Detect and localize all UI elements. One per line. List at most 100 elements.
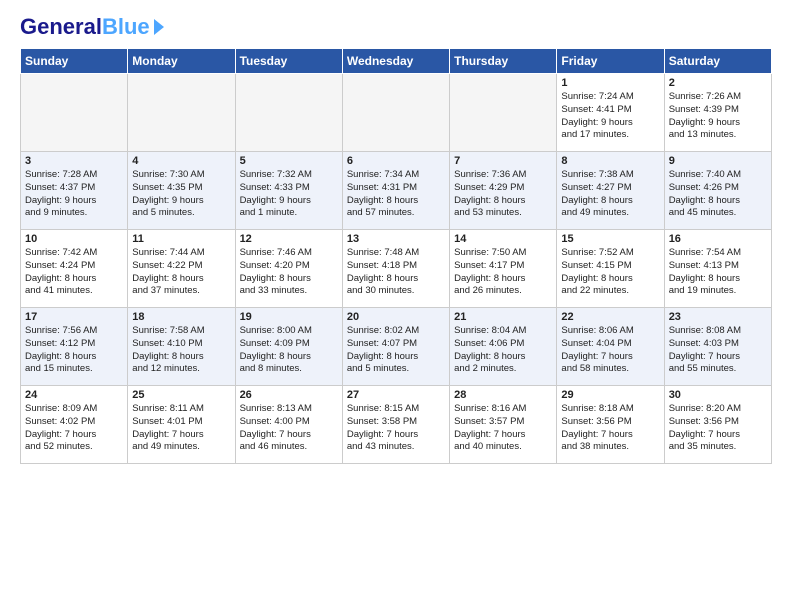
calendar-page: General Blue SundayMondayTuesdayWednesda…: [0, 0, 792, 612]
calendar-cell: 10 Sunrise: 7:42 AMSunset: 4:24 PMDayligh…: [21, 230, 128, 308]
calendar-table: SundayMondayTuesdayWednesdayThursdayFrid…: [20, 48, 772, 464]
day-number: 4: [132, 155, 230, 167]
day-number: 23: [669, 311, 767, 323]
calendar-cell: 23 Sunrise: 8:08 AMSunset: 4:03 PMDayligh…: [664, 308, 771, 386]
week-row-3: 10 Sunrise: 7:42 AMSunset: 4:24 PMDayligh…: [21, 230, 772, 308]
day-info: Sunrise: 7:58 AMSunset: 4:10 PMDaylight:…: [132, 325, 230, 376]
calendar-cell: 20Sunrise: 8:02 AMSunset: 4:07 PMDayligh…: [342, 308, 449, 386]
calendar-cell: 26Sunrise: 8:13 AMSunset: 4:00 PMDayligh…: [235, 386, 342, 464]
day-number: 6: [347, 155, 445, 167]
calendar-cell: [450, 74, 557, 152]
week-row-2: 3 Sunrise: 7:28 AMSunset: 4:37 PMDaylight…: [21, 152, 772, 230]
day-number: 25: [132, 389, 230, 401]
day-info: Sunrise: 7:42 AMSunset: 4:24 PMDaylight:…: [25, 247, 123, 298]
logo: General Blue: [20, 16, 164, 38]
day-info: Sunrise: 8:09 AMSunset: 4:02 PMDaylight:…: [25, 403, 123, 454]
day-info: Sunrise: 7:34 AMSunset: 4:31 PMDaylight:…: [347, 169, 445, 220]
day-number: 22: [561, 311, 659, 323]
calendar-cell: [342, 74, 449, 152]
day-info: Sunrise: 7:40 AMSunset: 4:26 PMDaylight:…: [669, 169, 767, 220]
day-info: Sunrise: 8:20 AMSunset: 3:56 PMDaylight:…: [669, 403, 767, 454]
day-number: 19: [240, 311, 338, 323]
calendar-cell: [21, 74, 128, 152]
day-number: 21: [454, 311, 552, 323]
day-info: Sunrise: 8:15 AMSunset: 3:58 PMDaylight:…: [347, 403, 445, 454]
day-number: 10: [25, 233, 123, 245]
day-number: 11: [132, 233, 230, 245]
day-info: Sunrise: 7:56 AMSunset: 4:12 PMDaylight:…: [25, 325, 123, 376]
calendar-cell: 27 Sunrise: 8:15 AMSunset: 3:58 PMDayligh…: [342, 386, 449, 464]
calendar-cell: 28 Sunrise: 8:16 AMSunset: 3:57 PMDayligh…: [450, 386, 557, 464]
day-info: Sunrise: 8:11 AMSunset: 4:01 PMDaylight:…: [132, 403, 230, 454]
day-number: 3: [25, 155, 123, 167]
week-row-5: 24Sunrise: 8:09 AMSunset: 4:02 PMDayligh…: [21, 386, 772, 464]
day-info: Sunrise: 7:44 AMSunset: 4:22 PMDaylight:…: [132, 247, 230, 298]
day-number: 12: [240, 233, 338, 245]
calendar-cell: 25 Sunrise: 8:11 AMSunset: 4:01 PMDayligh…: [128, 386, 235, 464]
day-number: 27: [347, 389, 445, 401]
day-info: Sunrise: 7:32 AMSunset: 4:33 PMDaylight:…: [240, 169, 338, 220]
day-info: Sunrise: 7:52 AMSunset: 4:15 PMDaylight:…: [561, 247, 659, 298]
calendar-cell: 29 Sunrise: 8:18 AMSunset: 3:56 PMDayligh…: [557, 386, 664, 464]
day-info: Sunrise: 8:16 AMSunset: 3:57 PMDaylight:…: [454, 403, 552, 454]
day-info: Sunrise: 7:24 AMSunset: 4:41 PMDaylight:…: [561, 91, 659, 142]
calendar-cell: 8 Sunrise: 7:38 AMSunset: 4:27 PMDaylight…: [557, 152, 664, 230]
day-number: 29: [561, 389, 659, 401]
weekday-header-monday: Monday: [128, 49, 235, 74]
weekday-header-friday: Friday: [557, 49, 664, 74]
day-info: Sunrise: 8:00 AMSunset: 4:09 PMDaylight:…: [240, 325, 338, 376]
day-number: 18: [132, 311, 230, 323]
weekday-header-wednesday: Wednesday: [342, 49, 449, 74]
day-info: Sunrise: 8:08 AMSunset: 4:03 PMDaylight:…: [669, 325, 767, 376]
day-number: 28: [454, 389, 552, 401]
day-number: 26: [240, 389, 338, 401]
day-info: Sunrise: 7:26 AMSunset: 4:39 PMDaylight:…: [669, 91, 767, 142]
day-number: 13: [347, 233, 445, 245]
calendar-cell: [235, 74, 342, 152]
day-info: Sunrise: 7:36 AMSunset: 4:29 PMDaylight:…: [454, 169, 552, 220]
calendar-cell: 6 Sunrise: 7:34 AMSunset: 4:31 PMDaylight…: [342, 152, 449, 230]
day-number: 1: [561, 77, 659, 89]
calendar-cell: 5 Sunrise: 7:32 AMSunset: 4:33 PMDaylight…: [235, 152, 342, 230]
day-number: 2: [669, 77, 767, 89]
day-number: 5: [240, 155, 338, 167]
day-number: 30: [669, 389, 767, 401]
calendar-cell: 9 Sunrise: 7:40 AMSunset: 4:26 PMDaylight…: [664, 152, 771, 230]
day-info: Sunrise: 7:38 AMSunset: 4:27 PMDaylight:…: [561, 169, 659, 220]
calendar-cell: 3 Sunrise: 7:28 AMSunset: 4:37 PMDaylight…: [21, 152, 128, 230]
calendar-cell: 4Sunrise: 7:30 AMSunset: 4:35 PMDaylight…: [128, 152, 235, 230]
calendar-cell: 14 Sunrise: 7:50 AMSunset: 4:17 PMDayligh…: [450, 230, 557, 308]
day-number: 7: [454, 155, 552, 167]
day-number: 9: [669, 155, 767, 167]
calendar-cell: 7 Sunrise: 7:36 AMSunset: 4:29 PMDaylight…: [450, 152, 557, 230]
calendar-cell: [128, 74, 235, 152]
week-row-4: 17Sunrise: 7:56 AMSunset: 4:12 PMDayligh…: [21, 308, 772, 386]
weekday-header-thursday: Thursday: [450, 49, 557, 74]
calendar-cell: 15 Sunrise: 7:52 AMSunset: 4:15 PMDayligh…: [557, 230, 664, 308]
calendar-cell: 19 Sunrise: 8:00 AMSunset: 4:09 PMDayligh…: [235, 308, 342, 386]
logo-general: General: [20, 16, 102, 38]
day-info: Sunrise: 7:50 AMSunset: 4:17 PMDaylight:…: [454, 247, 552, 298]
calendar-cell: 24Sunrise: 8:09 AMSunset: 4:02 PMDayligh…: [21, 386, 128, 464]
calendar-cell: 12 Sunrise: 7:46 AMSunset: 4:20 PMDayligh…: [235, 230, 342, 308]
day-info: Sunrise: 7:28 AMSunset: 4:37 PMDaylight:…: [25, 169, 123, 220]
header: General Blue: [20, 16, 772, 38]
calendar-cell: 30 Sunrise: 8:20 AMSunset: 3:56 PMDayligh…: [664, 386, 771, 464]
day-info: Sunrise: 8:06 AMSunset: 4:04 PMDaylight:…: [561, 325, 659, 376]
logo-blue: Blue: [102, 16, 150, 38]
day-number: 8: [561, 155, 659, 167]
day-number: 15: [561, 233, 659, 245]
weekday-header-row: SundayMondayTuesdayWednesdayThursdayFrid…: [21, 49, 772, 74]
weekday-header-saturday: Saturday: [664, 49, 771, 74]
calendar-cell: 13Sunrise: 7:48 AMSunset: 4:18 PMDayligh…: [342, 230, 449, 308]
calendar-cell: 18 Sunrise: 7:58 AMSunset: 4:10 PMDayligh…: [128, 308, 235, 386]
calendar-cell: 1 Sunrise: 7:24 AMSunset: 4:41 PMDaylight…: [557, 74, 664, 152]
weekday-header-sunday: Sunday: [21, 49, 128, 74]
day-number: 14: [454, 233, 552, 245]
day-info: Sunrise: 8:04 AMSunset: 4:06 PMDaylight:…: [454, 325, 552, 376]
calendar-cell: 11 Sunrise: 7:44 AMSunset: 4:22 PMDayligh…: [128, 230, 235, 308]
calendar-cell: 22 Sunrise: 8:06 AMSunset: 4:04 PMDayligh…: [557, 308, 664, 386]
calendar-cell: 16Sunrise: 7:54 AMSunset: 4:13 PMDayligh…: [664, 230, 771, 308]
day-info: Sunrise: 8:18 AMSunset: 3:56 PMDaylight:…: [561, 403, 659, 454]
day-info: Sunrise: 7:46 AMSunset: 4:20 PMDaylight:…: [240, 247, 338, 298]
